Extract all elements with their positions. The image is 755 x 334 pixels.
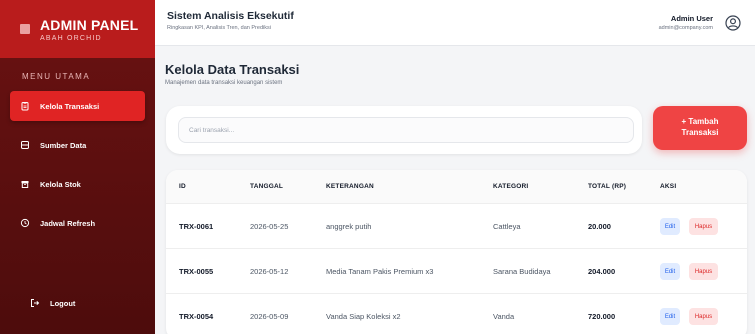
column-header-id[interactable]: ID — [179, 183, 186, 190]
cell-keterangan: Vanda Siap Koleksi x2 — [326, 312, 401, 321]
user-email: admin@company.com — [658, 25, 713, 31]
brand-logo-icon — [20, 24, 30, 34]
logout-icon — [30, 298, 40, 308]
sidebar-item-label: Jadwal Refresh — [40, 218, 96, 228]
table-row: TRX-0061 2026-05-25 anggrek putih Cattle… — [166, 204, 747, 249]
sidebar-item-label: Kelola Stok — [40, 179, 81, 189]
top-header: Sistem Analisis Eksekutif Ringkasan KPI,… — [155, 0, 755, 46]
sidebar: ADMIN PANEL ABAH ORCHID MENU UTAMA Kelol… — [0, 0, 155, 334]
sidebar-item-jadwal-refresh[interactable]: Jadwal Refresh — [10, 208, 145, 238]
transactions-table: ID TANGGAL KETERANGAN KATEGORI TOTAL (RP… — [166, 170, 747, 334]
search-input[interactable] — [178, 117, 634, 143]
user-info[interactable]: Admin User admin@company.com — [659, 14, 713, 31]
sidebar-nav: Kelola Transaksi Sumber Data Kelola Stok… — [0, 91, 155, 238]
cell-kategori: Cattleya — [493, 222, 521, 231]
brand: ADMIN PANEL ABAH ORCHID — [0, 0, 155, 58]
clipboard-icon — [20, 101, 30, 111]
delete-button[interactable]: Hapus — [689, 263, 718, 280]
menu-label: MENU UTAMA — [22, 72, 91, 81]
database-icon — [20, 140, 30, 150]
add-button-line1: + Tambah — [681, 117, 719, 127]
brand-subtitle: ABAH ORCHID — [40, 34, 102, 42]
cell-id: TRX-0061 — [179, 222, 214, 231]
table-row: TRX-0055 2026-05-12 Media Tanam Pakis Pr… — [166, 249, 747, 294]
user-name: Admin User — [670, 14, 713, 23]
column-header-kategori[interactable]: KATEGORI — [493, 183, 528, 190]
cell-tanggal: 2026-05-12 — [250, 267, 289, 276]
page-title: Kelola Data Transaksi — [165, 62, 300, 77]
cell-tanggal: 2026-05-25 — [250, 222, 289, 231]
edit-button[interactable]: Edit — [660, 308, 680, 325]
cell-total: 20.000 — [588, 222, 611, 231]
cell-tanggal: 2026-05-09 — [250, 312, 289, 321]
delete-button[interactable]: Hapus — [689, 218, 718, 235]
column-header-keterangan[interactable]: KETERANGAN — [326, 183, 374, 190]
sidebar-item-kelola-stok[interactable]: Kelola Stok — [10, 169, 145, 199]
edit-button[interactable]: Edit — [660, 263, 680, 280]
page-subtitle: Manajemen data transaksi keuangan sistem — [165, 80, 283, 86]
column-header-tanggal[interactable]: TANGGAL — [250, 183, 283, 190]
cell-keterangan: Media Tanam Pakis Premium x3 — [326, 267, 434, 276]
cell-keterangan: anggrek putih — [326, 222, 372, 231]
cell-kategori: Vanda — [493, 312, 515, 321]
delete-button[interactable]: Hapus — [689, 308, 718, 325]
add-transaction-button[interactable]: + Tambah Transaksi — [653, 106, 747, 150]
brand-title: ADMIN PANEL — [40, 16, 139, 33]
avatar-icon[interactable] — [725, 15, 741, 31]
logout-label: Logout — [50, 298, 76, 308]
add-button-line2: Transaksi — [681, 128, 719, 137]
table-row: TRX-0054 2026-05-09 Vanda Siap Koleksi x… — [166, 294, 747, 334]
box-icon — [20, 179, 30, 189]
app-subtitle: Ringkasan KPI, Analisis Tren, dan Predik… — [167, 25, 271, 31]
sidebar-item-label: Kelola Transaksi — [40, 101, 100, 111]
column-header-aksi: AKSI — [660, 183, 677, 190]
cell-id: TRX-0055 — [179, 267, 214, 276]
cell-total: 720.000 — [588, 312, 616, 321]
cell-total: 204.000 — [588, 267, 616, 276]
logout-button[interactable]: Logout — [20, 288, 135, 318]
cell-id: TRX-0054 — [179, 312, 214, 321]
sidebar-item-sumber-data[interactable]: Sumber Data — [10, 130, 145, 160]
sidebar-item-label: Sumber Data — [40, 140, 87, 150]
clock-icon — [20, 218, 30, 228]
search-card — [166, 106, 642, 154]
edit-button[interactable]: Edit — [660, 218, 680, 235]
app-title: Sistem Analisis Eksekutif — [167, 10, 294, 22]
sidebar-item-kelola-transaksi[interactable]: Kelola Transaksi — [10, 91, 145, 121]
table-header: ID TANGGAL KETERANGAN KATEGORI TOTAL (RP… — [166, 170, 747, 204]
column-header-total[interactable]: TOTAL (RP) — [588, 183, 626, 190]
cell-kategori: Sarana Budidaya — [493, 267, 551, 276]
